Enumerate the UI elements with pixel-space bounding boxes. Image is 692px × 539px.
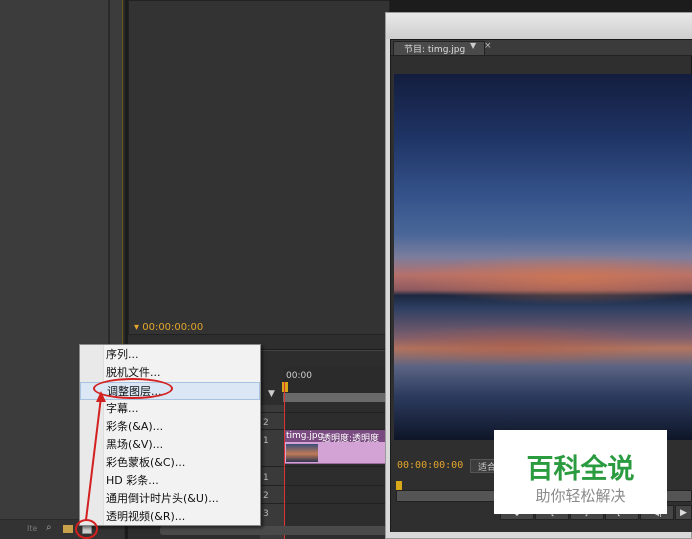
watermark-subtitle: 助你轻松解决: [535, 487, 626, 505]
watermark-title: 百科全说: [526, 454, 635, 485]
